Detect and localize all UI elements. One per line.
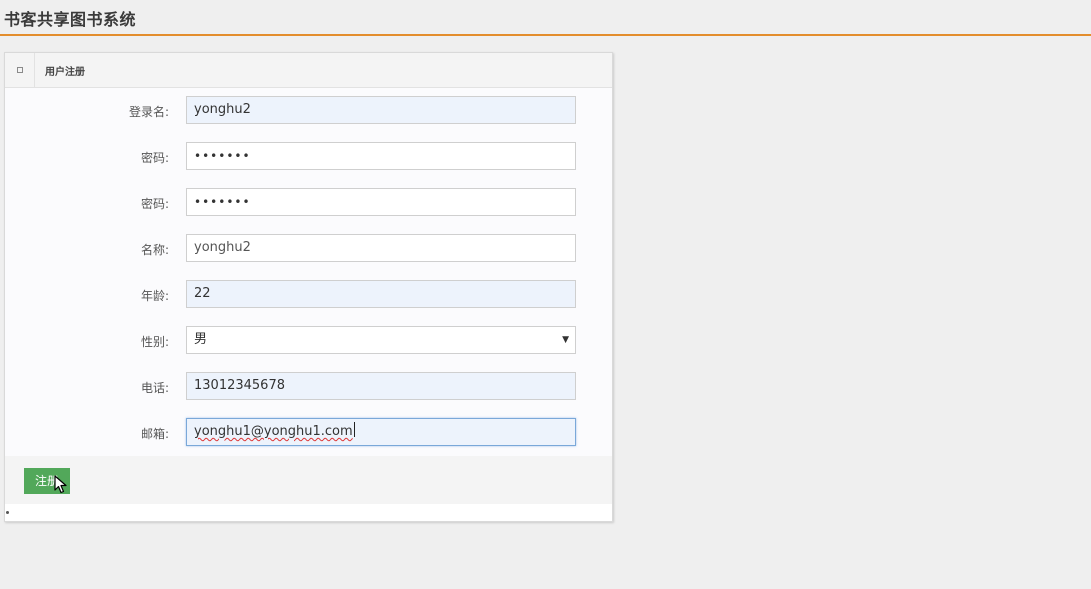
form-row-password: 密码: ••••••• <box>5 142 612 170</box>
password-confirm-label: 密码: <box>140 197 169 211</box>
name-label: 名称: <box>140 243 169 257</box>
form-row-age: 年龄: 22 <box>5 280 612 308</box>
password-field[interactable]: ••••••• <box>186 142 576 170</box>
age-field[interactable]: 22 <box>186 280 576 308</box>
form-row-email: 邮箱: yonghu1@yonghu1.com <box>5 418 612 446</box>
email-field[interactable]: yonghu1@yonghu1.com <box>186 418 576 446</box>
form-row-password-confirm: 密码: ••••••• <box>5 188 612 216</box>
form-row-name: 名称: yonghu2 <box>5 234 612 262</box>
mouse-pointer-icon <box>54 475 67 494</box>
text-caret <box>353 422 355 437</box>
gender-label: 性别: <box>140 335 169 349</box>
email-label: 邮箱: <box>140 427 169 441</box>
age-label: 年龄: <box>140 289 169 303</box>
phone-label: 电话: <box>140 381 169 395</box>
panel-header: 用户注册 <box>5 53 612 88</box>
registration-panel: 用户注册 登录名: yonghu2 密码: ••••••• 密码: ••••••… <box>4 52 613 522</box>
app-header: 书客共享图书系统 <box>0 0 1091 36</box>
registration-form: 登录名: yonghu2 密码: ••••••• 密码: ••••••• 名称:… <box>5 88 612 456</box>
phone-field[interactable]: 13012345678 <box>186 372 576 400</box>
password-label: 密码: <box>140 151 169 165</box>
password-confirm-field[interactable]: ••••••• <box>186 188 576 216</box>
panel-title: 用户注册 <box>45 67 85 78</box>
form-footer: 注册 <box>5 456 612 504</box>
email-field-text: yonghu1@yonghu1.com <box>194 424 353 439</box>
gender-select[interactable]: 男 ▼ <box>186 326 576 354</box>
gender-selected-value: 男 <box>194 332 208 347</box>
collapse-icon <box>17 67 23 73</box>
username-label: 登录名: <box>128 105 169 119</box>
bullet-dot <box>6 511 9 514</box>
dropdown-arrow-icon: ▼ <box>562 335 569 345</box>
form-row-username: 登录名: yonghu2 <box>5 96 612 124</box>
form-row-phone: 电话: 13012345678 <box>5 372 612 400</box>
name-field[interactable]: yonghu2 <box>186 234 576 262</box>
form-row-gender: 性别: 男 ▼ <box>5 326 612 354</box>
collapse-toggle[interactable] <box>5 53 35 87</box>
app-title: 书客共享图书系统 <box>4 10 137 29</box>
username-field[interactable]: yonghu2 <box>186 96 576 124</box>
